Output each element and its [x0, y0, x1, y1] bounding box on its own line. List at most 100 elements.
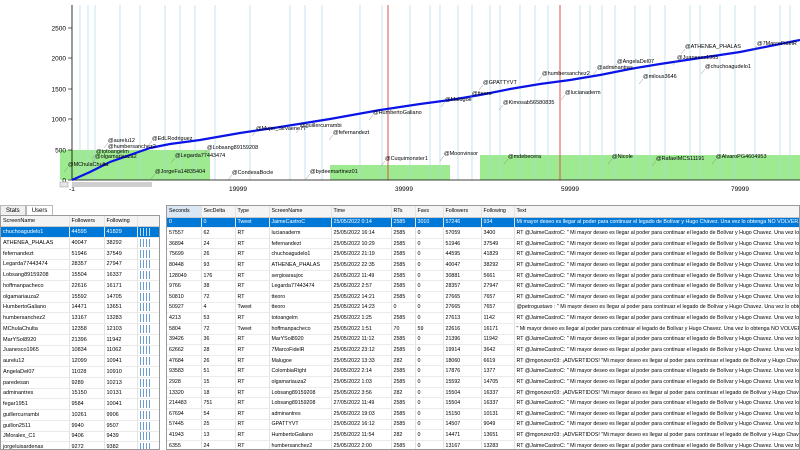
tweet-row[interactable]: 9766 38 RT Legarda77443474 25/05/2022 2:57 25… — [167, 280, 799, 292]
activity-sparkline — [137, 259, 159, 271]
users-grid[interactable]: ScreenName Followers Following chuchoagu… — [0, 215, 160, 450]
sparkline-bar — [139, 271, 141, 280]
user-row[interactable]: adminantres 15150 10131 — [1, 388, 159, 400]
column-header-type[interactable]: Type — [235, 206, 270, 218]
tweet-row[interactable]: 62662 28 RT 7MarcoFidelR 25/05/2022 23:12 258… — [167, 344, 799, 356]
user-row[interactable]: hoffmanpacheco 22616 16171 — [1, 280, 159, 292]
tweet-row[interactable]: 50927 4 Tweet tteoro 25/05/2022 14:23 0 0 27665… — [167, 302, 799, 314]
cell-followers: 9584 — [69, 398, 105, 410]
user-row[interactable]: MarYSol8920 21396 11942 — [1, 334, 159, 346]
cell-favs: 0 — [415, 312, 444, 324]
cell-favs: 0 — [415, 238, 444, 250]
cell-followers: 10834 — [69, 345, 105, 357]
sparkline-bar — [142, 346, 144, 355]
cell-followers: 15592 — [69, 291, 105, 303]
cell-text: RT @JaimeCastroC: " Mi mayor deseo es ll… — [514, 397, 799, 410]
annotation-label: @adminantres — [597, 65, 633, 71]
column-header-followers[interactable]: Followers — [443, 206, 482, 218]
tweet-row[interactable]: 75699 26 RT chuchoagudelo1 25/05/2022 21:19 2… — [167, 248, 799, 261]
column-header-rts[interactable]: RTs — [391, 206, 416, 218]
tweet-row[interactable]: 93583 51 RT ColombiaRight 26/05/2022 2:14 258… — [167, 365, 799, 378]
cell-screenname: guillon2511 — [1, 420, 70, 432]
tab-users[interactable]: Users — [25, 205, 54, 215]
user-row[interactable]: AngelaDel07 11028 10910 — [1, 366, 159, 378]
user-row[interactable]: jorgeluisardenas 9272 9382 — [1, 441, 159, 449]
column-header-screenname[interactable]: ScreenName — [1, 216, 70, 228]
tweet-row[interactable]: 128049 176 RT sergioaraujoc 26/05/2022 11:49… — [167, 270, 799, 282]
tweet-row[interactable]: 47684 26 RT Malugoe 25/05/2022 13:33 282 0 1806… — [167, 355, 799, 367]
annotation-label: @lucianaderm — [565, 90, 601, 96]
annotation-label: @bydeemartinez01 — [310, 169, 358, 175]
cell-screenname: Legarda77443474 — [269, 280, 332, 292]
cell-following: 9906 — [104, 409, 138, 421]
tweet-row[interactable]: 5804 72 Tweet hoffmanpacheco 25/05/2022 1:51… — [167, 323, 799, 335]
cell-type: RT — [235, 227, 270, 239]
column-header-following[interactable]: Following — [104, 216, 138, 228]
column-header-seconds[interactable]: Seconds — [167, 206, 202, 218]
column-header-secdelta[interactable]: SecDelta — [201, 206, 236, 218]
user-row[interactable]: JMoralex_C1 9406 9439 — [1, 431, 159, 443]
cell-type: RT — [235, 419, 270, 431]
cell-following: 10131 — [481, 408, 515, 420]
user-row[interactable]: fegar1951 9584 10041 — [1, 398, 159, 410]
user-row[interactable]: aurelu12 12099 10941 — [1, 355, 159, 367]
cell-seconds: 214483 — [167, 397, 202, 410]
activity-sparkline — [137, 409, 159, 421]
tweet-row[interactable]: 80448 93 RT ATHENEA_PHALAS 25/05/2022 22:35 2… — [167, 259, 799, 271]
cell-followers: 15504 — [443, 397, 482, 410]
cell-text: RT @JaimeCastroC: " Mi mayor deseo es ll… — [514, 248, 799, 261]
column-header-favs[interactable]: Favs — [415, 206, 444, 218]
tweet-row[interactable]: 57557 62 RT lucianaderm 25/05/2022 16:14 2585… — [167, 227, 799, 239]
tweet-row[interactable]: 6355 24 RT humbersanchez2 25/05/2022 2:00 258… — [167, 440, 799, 449]
tweet-row[interactable]: 2928 15 RT olgamariauza2 25/05/2022 1:03 2585… — [167, 376, 799, 388]
cell-followers: 17876 — [443, 365, 482, 378]
cell-favs: 0 — [415, 270, 444, 282]
activity-sparkline — [137, 441, 159, 449]
column-header-followers[interactable]: Followers — [69, 216, 105, 228]
timeline-chart: 0 500 1000 1500 2000 2500 -1 19999 39999 59999 79… — [0, 0, 800, 197]
cell-followers: 14471 — [69, 302, 105, 314]
user-row[interactable]: HumbertoGaliano 14471 13651 — [1, 302, 159, 314]
user-row[interactable]: Juanesco1965 10834 11062 — [1, 345, 159, 357]
user-row[interactable]: guillon2511 9940 9507 — [1, 420, 159, 432]
column-header-spark — [137, 216, 159, 228]
user-row[interactable]: ATHENEA_PHALAS 40047 38292 — [1, 237, 159, 249]
chart-scroll-left-button[interactable] — [59, 181, 69, 188]
cell-followers: 51946 — [443, 238, 482, 250]
tweet-row[interactable]: 50810 72 RT tteoro 25/05/2022 14:21 2585 0 2766… — [167, 291, 799, 303]
cell-favs: 0 — [415, 259, 444, 271]
sparkline-bar — [142, 324, 144, 333]
user-row[interactable]: Legarda77443474 28357 27947 — [1, 259, 159, 271]
tweet-row[interactable]: 57445 25 RT GPATTYVT 25/05/2022 16:12 2585 0 14… — [167, 419, 799, 431]
tweet-row[interactable]: 39426 36 RT MarYSol8920 25/05/2022 11:12 2585… — [167, 334, 799, 346]
user-row[interactable]: MChulaChulta 12358 12103 — [1, 323, 159, 335]
user-row[interactable]: paredesan 9289 10213 — [1, 377, 159, 389]
tweet-row[interactable]: 41943 13 RT HumbertoGaliano 25/05/2022 11:54… — [167, 429, 799, 441]
user-row[interactable]: fefernandezt 51946 37549 — [1, 248, 159, 260]
column-header-screenname[interactable]: ScreenName — [269, 206, 332, 218]
column-header-time[interactable]: Time — [331, 206, 392, 218]
user-row[interactable]: Lobsang89159208 15504 16337 — [1, 269, 159, 281]
sparkline-bar — [148, 432, 150, 441]
tweet-row[interactable]: 67694 54 RT adminantres 25/05/2022 19:03 2585… — [167, 408, 799, 420]
chart-scroll-thumb[interactable] — [72, 182, 152, 187]
cell-screenname: adminantres — [269, 408, 332, 420]
user-row[interactable]: chuchoagudelo1 44595 41829 — [1, 226, 159, 238]
column-header-following[interactable]: Following — [481, 206, 515, 218]
tweet-row[interactable]: 36894 24 RT fefernandezt 25/05/2022 10:29 258… — [167, 238, 799, 250]
tab-stats[interactable]: Stats — [0, 205, 26, 215]
user-row[interactable]: humbersanchez2 13167 13283 — [1, 312, 159, 324]
annotation-label: @RafaeIMCS11191 — [656, 156, 705, 162]
sparkline-bar — [139, 443, 141, 449]
cell-rts: 2585 — [391, 270, 416, 282]
tweet-row[interactable]: 4213 53 RT totoangelm 25/05/2022 1:25 2585 0 27… — [167, 312, 799, 324]
user-row[interactable]: guillercurrambi 10261 9906 — [1, 409, 159, 421]
sparkline-bar — [148, 346, 150, 355]
tweet-row[interactable]: 13320 18 RT Lobsang89159208 25/05/2022 3:56 2… — [167, 387, 799, 399]
tweet-row[interactable]: 0 0 Tweet JaimeCastroC 25/05/2022 0:14 2585 30… — [167, 217, 799, 229]
user-row[interactable]: olgamariauza2 15592 14705 — [1, 291, 159, 303]
cell-text: RT @JaimeCastroC: " Mi mayor deseo es ll… — [514, 334, 799, 346]
tweets-grid[interactable]: Seconds SecDelta Type ScreenName Time RTs Favs… — [166, 205, 800, 450]
tweet-row[interactable]: 214483 751 RT Lobsang89159208 27/05/2022 11:… — [167, 397, 799, 410]
column-header-text[interactable]: Text — [514, 206, 799, 218]
